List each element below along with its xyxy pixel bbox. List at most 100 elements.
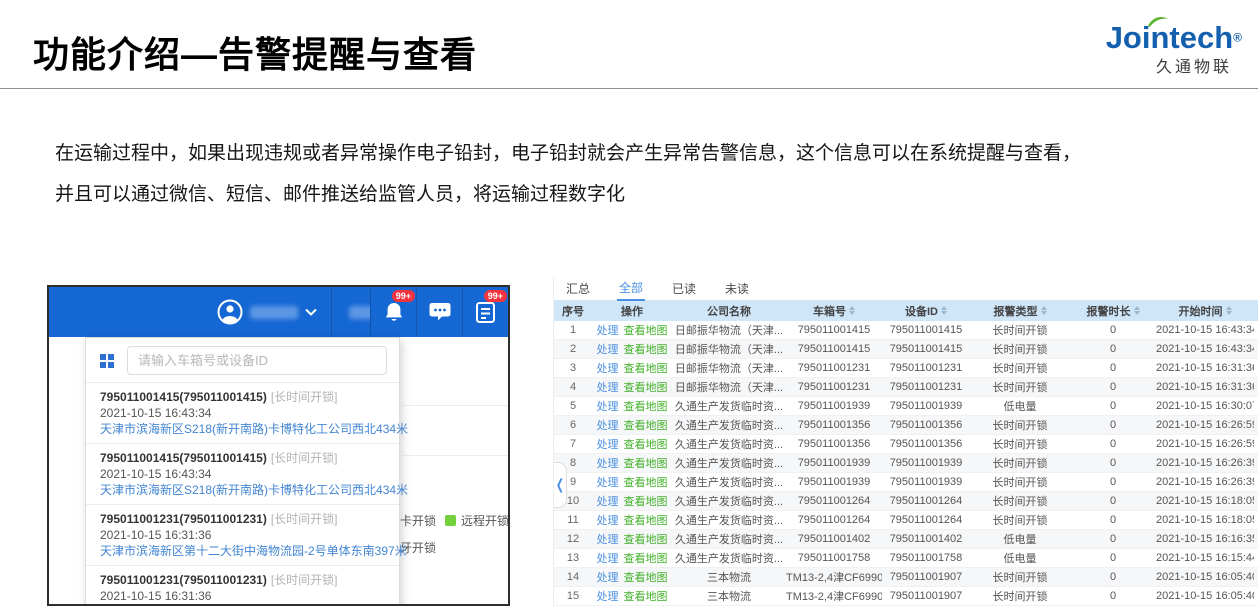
tab-summary[interactable]: 汇总 [564, 278, 592, 300]
view-map-link[interactable]: 查看地图 [624, 512, 668, 528]
tab-read[interactable]: 已读 [670, 278, 698, 300]
alarm-list-item[interactable]: 795011001415(795011001415)[长时间开锁]2021-10… [86, 382, 399, 443]
alarm-item-title: 795011001415(795011001415)[长时间开锁] [100, 389, 385, 405]
view-map-link[interactable]: 查看地图 [624, 436, 668, 452]
end-time-cell: 2021-10-15 16:4 [1254, 324, 1258, 336]
handle-link[interactable]: 处理 [597, 474, 619, 490]
alarm-list-item[interactable]: 795011001231(795011001231)[长时间开锁]2021-10… [86, 565, 399, 606]
alarm-duration-cell: 0 [1070, 457, 1156, 469]
handle-link[interactable]: 处理 [597, 417, 619, 433]
column-header[interactable]: 报警类型 [970, 303, 1070, 319]
handle-link[interactable]: 处理 [597, 550, 619, 566]
leaf-icon [1147, 15, 1169, 28]
tab-unread[interactable]: 未读 [723, 278, 751, 300]
jointech-logo: Jointech® 久通物联 [1106, 22, 1242, 77]
sort-icon[interactable] [1134, 306, 1140, 315]
sort-icon[interactable] [941, 306, 947, 315]
column-header[interactable]: 开始时间 [1156, 303, 1254, 319]
view-map-link[interactable]: 查看地图 [624, 531, 668, 547]
view-map-link[interactable]: 查看地图 [624, 474, 668, 490]
box-number-cell: 795011001939 [786, 400, 882, 412]
row-actions-cell: 处理查看地图 [592, 360, 672, 376]
handle-link[interactable]: 处理 [597, 379, 619, 395]
row-number-cell: 6 [554, 419, 592, 431]
sort-ascending-arrow [941, 306, 947, 310]
handle-link[interactable]: 处理 [597, 360, 619, 376]
grid-menu-icon[interactable] [100, 354, 106, 360]
handle-link[interactable]: 处理 [597, 493, 619, 509]
handle-link[interactable]: 处理 [597, 322, 619, 338]
alarm-type-cell: 长时间开锁 [970, 360, 1070, 376]
end-time-cell: 2021-10-15 16:0 [1254, 590, 1258, 602]
company-cell: 久通生产发货临时资... [672, 512, 786, 528]
alarm-tabs: 汇总 全部 已读 未读 [554, 278, 1258, 300]
view-map-link[interactable]: 查看地图 [624, 398, 668, 414]
search-input[interactable] [127, 346, 387, 375]
alarm-list-item[interactable]: 795011001231(795011001231)[长时间开锁]2021-10… [86, 504, 399, 565]
box-number-cell: TM13-2,4津CF6990 [786, 569, 882, 585]
alarm-item-address[interactable]: 天津市滨海新区S218(新开南路)卡博特化工公司西北434米 [100, 421, 385, 437]
sort-descending-arrow [1041, 311, 1047, 315]
sort-icon[interactable] [1226, 306, 1232, 315]
logo-brand-text: Jointech [1106, 20, 1233, 55]
start-time-cell: 2021-10-15 16:31:36 [1156, 362, 1254, 374]
chevron-down-icon[interactable] [305, 308, 317, 316]
handle-link[interactable]: 处理 [597, 455, 619, 471]
handle-link[interactable]: 处理 [597, 436, 619, 452]
column-label: 开始时间 [1179, 303, 1223, 319]
view-map-link[interactable]: 查看地图 [624, 322, 668, 338]
box-number-cell: 795011001402 [786, 533, 882, 545]
handle-link[interactable]: 处理 [597, 512, 619, 528]
notification-screenshot: ... 99+ 99+ [47, 285, 510, 606]
company-cell: 久通生产发货临时资... [672, 531, 786, 547]
handle-link[interactable]: 处理 [597, 398, 619, 414]
start-time-cell: 2021-10-15 16:18:05 [1156, 495, 1254, 507]
alarm-type-cell: 长时间开锁 [970, 588, 1070, 604]
box-number-cell: 795011001231 [786, 381, 882, 393]
company-cell: 久通生产发货临时资... [672, 436, 786, 452]
end-time-cell: 2021-10-15 16:0 [1254, 571, 1258, 583]
alarm-item-title: 795011001231(795011001231)[长时间开锁] [100, 511, 385, 527]
tab-all[interactable]: 全部 [617, 278, 645, 301]
view-map-link[interactable]: 查看地图 [624, 455, 668, 471]
handle-link[interactable]: 处理 [597, 569, 619, 585]
view-map-link[interactable]: 查看地图 [624, 550, 668, 566]
document-icon [476, 302, 495, 323]
alarm-item-address[interactable]: 天津市滨海新区S218(新开南路)卡博特化工公司西北434米 [100, 482, 385, 498]
user-avatar-icon[interactable] [217, 299, 243, 325]
alarm-item-address[interactable]: 天津市滨海新区第十二大街中海物流园-2号单体东南397米 [100, 543, 385, 559]
report-list-button[interactable]: 99+ [463, 287, 508, 337]
background-row-divider [402, 455, 510, 456]
column-header[interactable]: 结束时间 [1254, 303, 1258, 319]
alarm-type-cell: 长时间开锁 [970, 379, 1070, 395]
view-map-link[interactable]: 查看地图 [624, 493, 668, 509]
column-header[interactable]: 设备ID [882, 303, 970, 319]
feature-description: 在运输过程中，如果出现违规或者异常操作电子铅封，电子铅封就会产生异常告警信息，这… [55, 133, 1081, 215]
end-time-cell: 2021-10-15 16:1 [1254, 552, 1258, 564]
alarm-bell-button[interactable]: 99+ [371, 287, 416, 337]
view-map-link[interactable]: 查看地图 [624, 341, 668, 357]
column-header[interactable]: 报警时长 [1070, 303, 1156, 319]
alarm-item-title: 795011001231(795011001231)[长时间开锁] [100, 572, 385, 588]
messages-button[interactable] [417, 287, 462, 337]
device-id-cell: 795011001402 [882, 533, 970, 545]
alarm-list-item[interactable]: 795011001415(795011001415)[长时间开锁]2021-10… [86, 443, 399, 504]
end-time-cell: 2021-10-15 16:2 [1254, 476, 1258, 488]
view-map-link[interactable]: 查看地图 [624, 569, 668, 585]
handle-link[interactable]: 处理 [597, 341, 619, 357]
view-map-link[interactable]: 查看地图 [624, 588, 668, 604]
column-header[interactable]: 车箱号 [786, 303, 882, 319]
view-map-link[interactable]: 查看地图 [624, 360, 668, 376]
view-map-link[interactable]: 查看地图 [624, 417, 668, 433]
table-row: 5处理查看地图久通生产发货临时资...795011001939795011001… [554, 397, 1258, 416]
handle-link[interactable]: 处理 [597, 588, 619, 604]
company-cell: 久通生产发货临时资... [672, 550, 786, 566]
device-id-cell: 795011001939 [882, 476, 970, 488]
panel-collapse-handle[interactable]: ❮ [554, 462, 567, 508]
sort-icon[interactable] [849, 306, 855, 315]
handle-link[interactable]: 处理 [597, 531, 619, 547]
description-line-1: 在运输过程中，如果出现违规或者异常操作电子铅封，电子铅封就会产生异常告警信息，这… [55, 133, 1081, 174]
view-map-link[interactable]: 查看地图 [624, 379, 668, 395]
sort-icon[interactable] [1041, 306, 1047, 315]
column-label: 序号 [562, 303, 584, 319]
